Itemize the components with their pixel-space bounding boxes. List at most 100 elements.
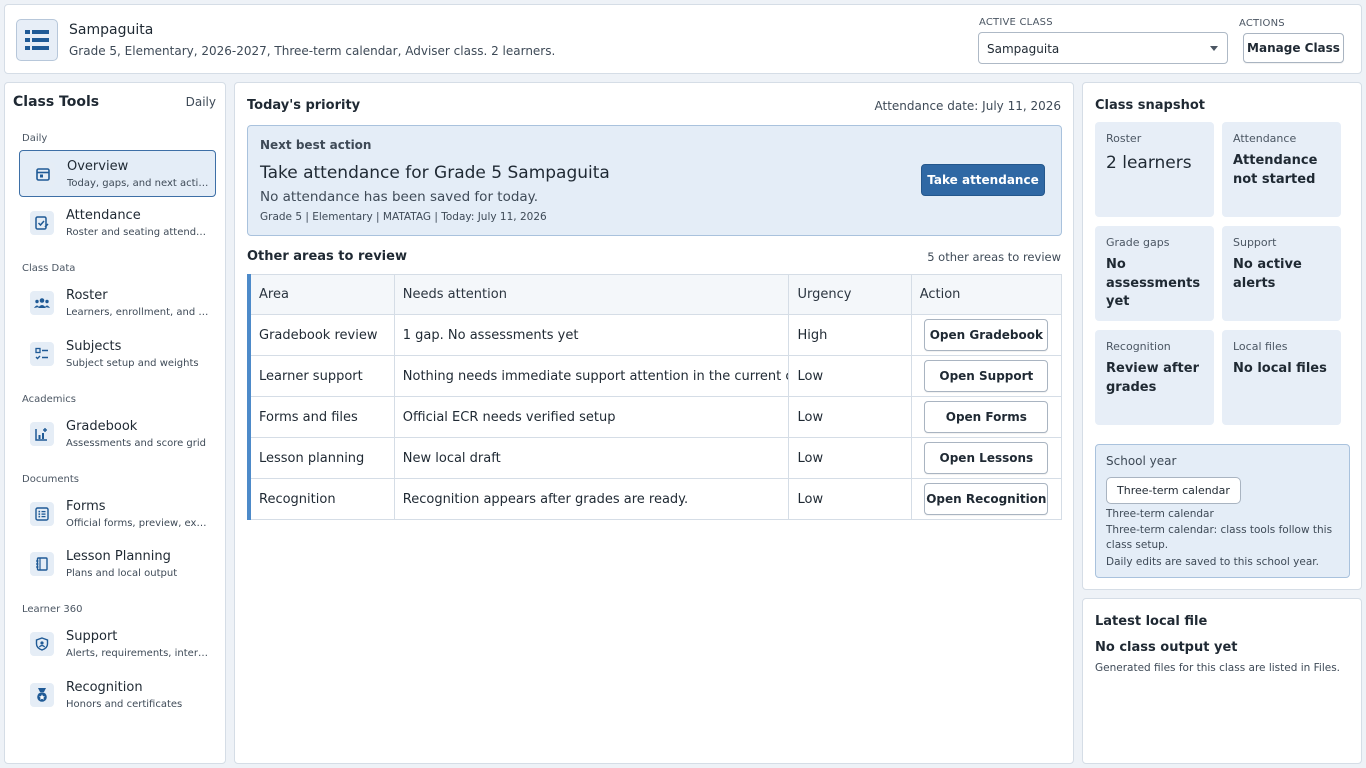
sidebar-item-subjects[interactable]: Subjects Subject setup and weights	[19, 331, 216, 378]
sidebar-item-gradebook[interactable]: Gradebook Assessments and score grid	[19, 411, 216, 458]
manage-class-button[interactable]: Manage Class	[1243, 33, 1344, 63]
shield-user-icon	[30, 632, 54, 656]
table-row: Forms and files Official ECR needs verif…	[249, 396, 1063, 438]
group-academics: Academics	[22, 394, 77, 405]
open-support-button[interactable]: Open Support	[924, 360, 1049, 392]
latest-local-file-panel: Latest local file No class output yet Ge…	[1082, 598, 1362, 764]
sidebar-item-sub: Honors and certificates	[66, 699, 183, 710]
support-tile: Support No active alerts	[1222, 226, 1341, 321]
attendance-date: Attendance date: July 11, 2026	[874, 99, 1061, 113]
sidebar-item-sub: Alerts, requirements, interventions	[66, 648, 211, 659]
medal-icon	[30, 683, 54, 707]
calendar-chip[interactable]: Three-term calendar	[1106, 477, 1241, 504]
sidebar-item-attendance[interactable]: Attendance Roster and seating attendance	[19, 200, 216, 247]
sidebar-item-overview[interactable]: Overview Today, gaps, and next actions	[19, 150, 216, 197]
action-cell: Open Forms	[911, 396, 1063, 438]
sidebar-item-sub: Official forms, preview, export	[66, 518, 211, 529]
latest-title: Latest local file	[1095, 614, 1208, 629]
needs-cell: Recognition appears after grades are rea…	[394, 478, 790, 520]
school-year-line: Three-term calendar	[1106, 508, 1214, 520]
tile-value: Attendance not started	[1233, 153, 1318, 187]
tile-label: Recognition	[1106, 340, 1171, 353]
areas-table: Area Needs attention Urgency Action Grad…	[247, 274, 1063, 520]
tile-label: Roster	[1106, 132, 1142, 145]
action-cell: Open Support	[911, 355, 1063, 397]
nba-title: Take attendance for Grade 5 Sampaguita	[260, 163, 610, 183]
class-name: Sampaguita	[69, 22, 154, 38]
actions-label: ACTIONS	[1239, 18, 1285, 29]
sidebar-mode[interactable]: Daily	[186, 95, 216, 109]
area-cell: Recognition	[249, 478, 395, 520]
latest-heading: No class output yet	[1095, 640, 1238, 655]
column-header-urgency: Urgency	[788, 274, 912, 315]
column-header-action: Action	[911, 274, 1063, 315]
tile-label: Attendance	[1233, 132, 1297, 145]
sidebar-item-recognition[interactable]: Recognition Honors and certificates	[19, 672, 216, 719]
sidebar-item-label: Recognition	[66, 680, 143, 695]
notebook-icon	[30, 552, 54, 576]
column-header-area: Area	[249, 274, 395, 315]
needs-cell: New local draft	[394, 437, 790, 479]
sidebar-item-sub: Learners, enrollment, and imports	[66, 307, 211, 318]
other-areas-count: 5 other areas to review	[927, 250, 1061, 264]
sidebar-item-sub: Plans and local output	[66, 568, 178, 579]
sidebar-item-sub: Subject setup and weights	[66, 358, 199, 369]
group-daily: Daily	[22, 133, 48, 144]
snapshot-title: Class snapshot	[1095, 98, 1205, 113]
sidebar-item-label: Subjects	[66, 339, 122, 354]
urgency-cell: Low	[788, 396, 912, 438]
sidebar-item-label: Forms	[66, 499, 106, 514]
sidebar-item-sub: Roster and seating attendance	[66, 227, 211, 238]
area-cell: Learner support	[249, 355, 395, 397]
sidebar-item-support[interactable]: Support Alerts, requirements, interventi…	[19, 621, 216, 668]
open-lessons-button[interactable]: Open Lessons	[924, 442, 1049, 474]
table-row: Learner support Nothing needs immediate …	[249, 355, 1063, 397]
sidebar-item-label: Attendance	[66, 208, 141, 223]
sidebar-item-forms[interactable]: Forms Official forms, preview, export	[19, 491, 216, 538]
urgency-cell: Low	[788, 437, 912, 479]
tile-label: Grade gaps	[1106, 236, 1170, 249]
table-row: Gradebook review 1 gap. No assessments y…	[249, 314, 1063, 356]
action-cell: Open Lessons	[911, 437, 1063, 479]
sidebar-item-label: Lesson Planning	[66, 549, 171, 564]
page-title: Today's priority	[247, 98, 361, 113]
take-attendance-button[interactable]: Take attendance	[921, 164, 1045, 196]
people-icon	[30, 291, 54, 315]
sidebar-item-roster[interactable]: Roster Learners, enrollment, and imports	[19, 280, 216, 327]
edit-checklist-icon	[30, 211, 54, 235]
tile-label: Local files	[1233, 340, 1288, 353]
nba-meta: Grade 5 | Elementary | MATATAG | Today: …	[260, 211, 547, 223]
table-row: Recognition Recognition appears after gr…	[249, 478, 1063, 520]
sidebar-item-lesson-planning[interactable]: Lesson Planning Plans and local output	[19, 541, 216, 588]
active-class-select[interactable]: Sampaguita	[978, 32, 1228, 64]
action-cell: Open Gradebook	[911, 314, 1063, 356]
calendar-icon	[31, 162, 55, 186]
school-year-label: School year	[1106, 454, 1177, 468]
group-learner-360: Learner 360	[22, 604, 83, 615]
column-header-needs: Needs attention	[394, 274, 790, 315]
open-forms-button[interactable]: Open Forms	[924, 401, 1049, 433]
sidebar-title: Class Tools	[13, 94, 100, 110]
active-class-label: ACTIVE CLASS	[979, 17, 1053, 28]
open-recognition-button[interactable]: Open Recognition	[924, 483, 1049, 515]
tile-value: No assessments yet	[1106, 257, 1201, 309]
sidebar-item-sub: Today, gaps, and next actions	[67, 178, 212, 189]
area-cell: Forms and files	[249, 396, 395, 438]
form-list-icon	[30, 502, 54, 526]
class-snapshot-panel: Class snapshot Roster 2 learners Attenda…	[1082, 82, 1362, 590]
attendance-tile: Attendance Attendance not started	[1222, 122, 1341, 217]
todays-priority-panel: Today's priority Attendance date: July 1…	[234, 82, 1074, 764]
group-class-data: Class Data	[22, 263, 76, 274]
roster-tile: Roster 2 learners	[1095, 122, 1214, 217]
urgency-cell: Low	[788, 478, 912, 520]
chevron-down-icon	[1210, 46, 1218, 51]
class-description: Grade 5, Elementary, 2026-2027, Three-te…	[69, 44, 556, 58]
open-gradebook-button[interactable]: Open Gradebook	[924, 319, 1049, 351]
active-class-value: Sampaguita	[987, 42, 1060, 56]
sidebar-item-label: Gradebook	[66, 419, 138, 434]
nba-kicker: Next best action	[260, 138, 372, 152]
school-year-line: Three-term calendar: class tools follow …	[1106, 524, 1333, 551]
area-cell: Lesson planning	[249, 437, 395, 479]
group-documents: Documents	[22, 474, 80, 485]
latest-description: Generated files for this class are liste…	[1095, 662, 1341, 674]
